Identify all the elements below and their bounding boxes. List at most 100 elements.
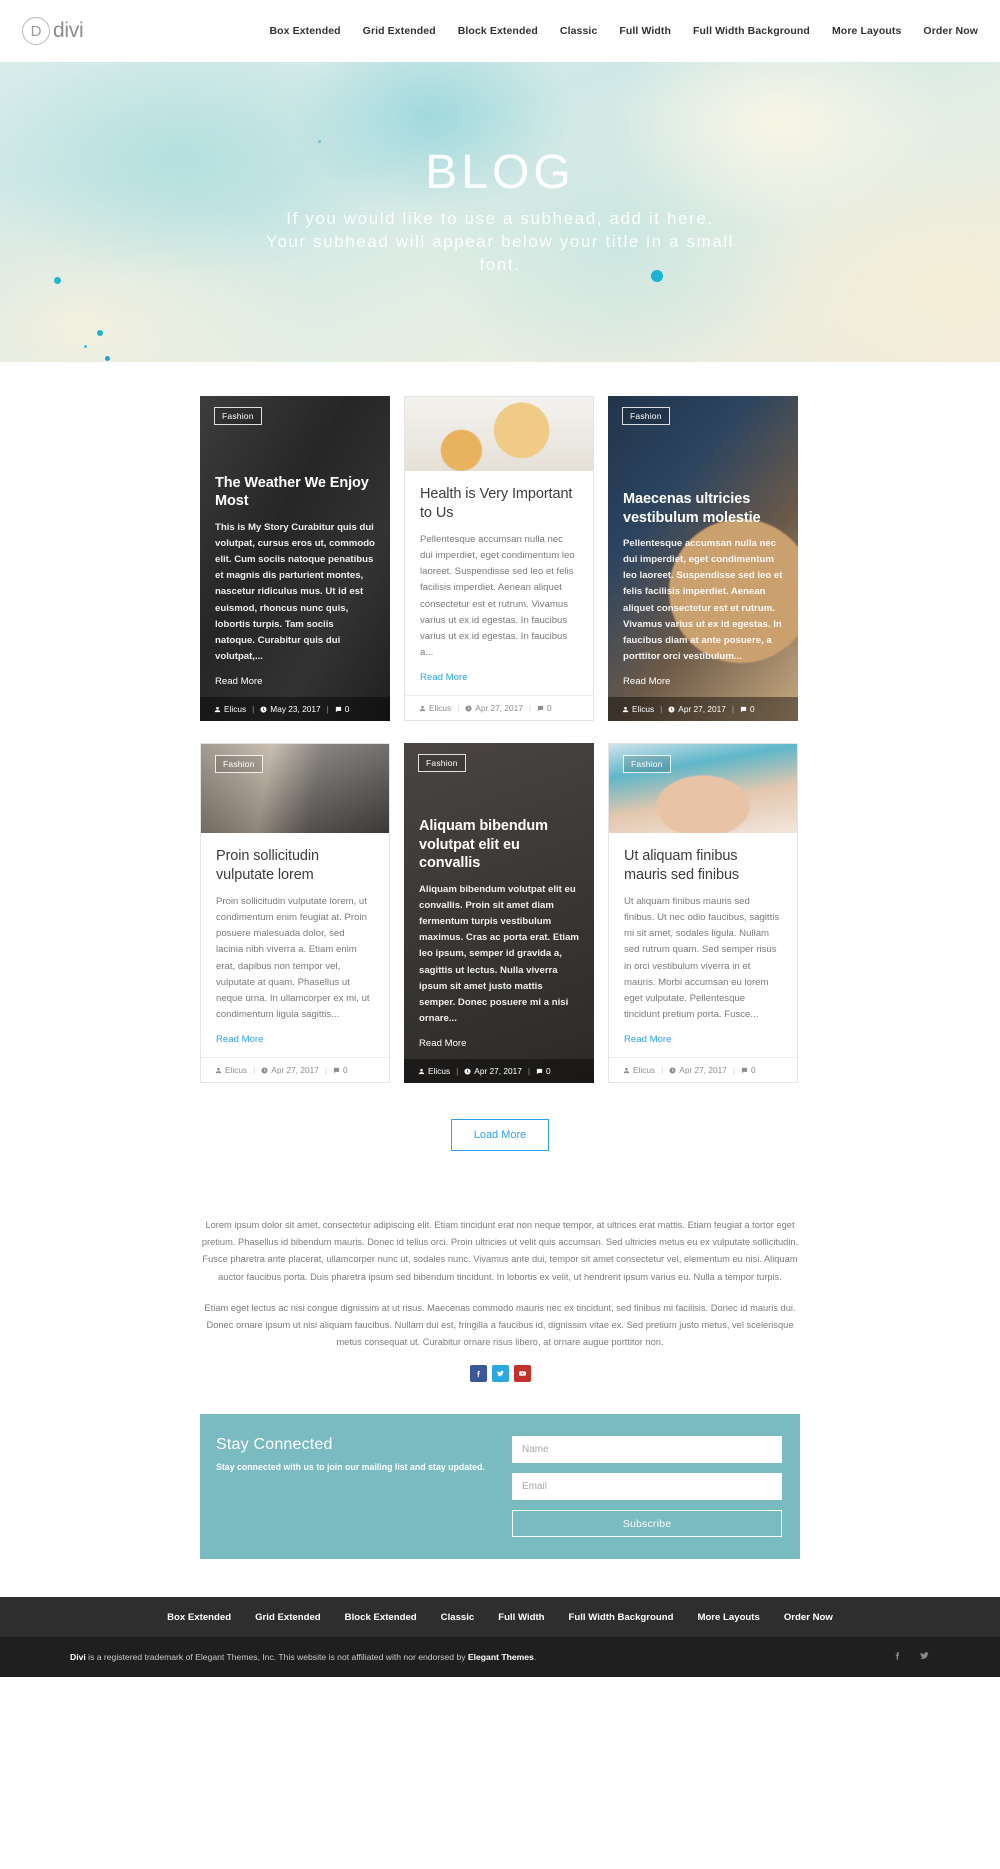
post-date: Apr 27, 2017 bbox=[668, 704, 726, 714]
twitter-icon[interactable] bbox=[491, 1365, 509, 1383]
post-title[interactable]: The Weather We Enjoy Most bbox=[215, 474, 375, 511]
youtube-icon[interactable] bbox=[513, 1365, 531, 1383]
footer-nav-block-extended[interactable]: Block Extended bbox=[345, 1612, 417, 1623]
clock-icon bbox=[669, 1066, 676, 1074]
name-input[interactable] bbox=[512, 1436, 782, 1464]
category-badge[interactable]: Fashion bbox=[214, 407, 262, 425]
comment-icon bbox=[333, 1067, 340, 1073]
site-logo[interactable]: D divi bbox=[22, 17, 84, 45]
footer-nav-full-width-background[interactable]: Full Width Background bbox=[569, 1612, 674, 1623]
load-more-button[interactable]: Load More bbox=[450, 1119, 550, 1151]
footer-nav-order-now[interactable]: Order Now bbox=[784, 1612, 833, 1623]
nav-item-order-now[interactable]: Order Now bbox=[923, 25, 978, 37]
post-meta: Elicus | May 23, 2017 | 0 bbox=[200, 697, 390, 721]
footer-nav-box-extended[interactable]: Box Extended bbox=[167, 1612, 231, 1623]
subscribe-button[interactable]: Subscribe bbox=[512, 1510, 782, 1538]
footer-nav-more-layouts[interactable]: More Layouts bbox=[697, 1612, 759, 1623]
blog-card[interactable]: Fashion Aliquam bibendum volutpat elit e… bbox=[404, 743, 594, 1083]
clock-icon bbox=[668, 705, 675, 713]
author-name: Elicus bbox=[633, 1065, 656, 1075]
content-text-section: Lorem ipsum dolor sit amet, consectetur … bbox=[200, 1217, 800, 1383]
blog-card[interactable]: Fashion Ut aliquam finibus mauris sed fi… bbox=[608, 743, 798, 1083]
user-icon bbox=[418, 1068, 425, 1074]
footer-bottom-bar: Divi is a registered trademark of Elegan… bbox=[0, 1637, 1000, 1678]
post-excerpt: Ut aliquam finibus mauris sed finibus. U… bbox=[624, 896, 780, 1020]
read-more-link[interactable]: Read More bbox=[624, 1034, 782, 1045]
category-badge[interactable]: Fashion bbox=[622, 407, 670, 425]
read-more-link[interactable]: Read More bbox=[419, 1038, 579, 1049]
nav-item-more-layouts[interactable]: More Layouts bbox=[832, 25, 901, 37]
footer-twitter-icon[interactable] bbox=[919, 1648, 930, 1666]
post-excerpt: Pellentesque accumsan nulla nec dui impe… bbox=[623, 538, 783, 662]
blog-card[interactable]: Fashion Maecenas ultricies vestibulum mo… bbox=[608, 396, 798, 721]
post-comments: 0 bbox=[335, 704, 349, 714]
nav-item-box-extended[interactable]: Box Extended bbox=[269, 25, 340, 37]
post-title[interactable]: Proin sollicitudin vulputate lorem bbox=[216, 847, 374, 884]
comment-count: 0 bbox=[750, 1065, 756, 1075]
post-author: Elicus bbox=[623, 1065, 655, 1075]
post-date: Apr 27, 2017 bbox=[669, 1065, 727, 1075]
comment-icon bbox=[537, 705, 544, 711]
site-header: D divi Box Extended Grid Extended Block … bbox=[0, 0, 1000, 62]
post-comments: 0 bbox=[537, 703, 552, 713]
content-paragraph-2: Etiam eget lectus ac nisi congue digniss… bbox=[204, 1302, 796, 1348]
post-thumbnail[interactable]: Fashion bbox=[201, 744, 389, 834]
meta-separator: | bbox=[732, 1065, 735, 1075]
user-icon bbox=[622, 706, 629, 712]
nav-item-grid-extended[interactable]: Grid Extended bbox=[363, 25, 436, 37]
post-title[interactable]: Maecenas ultricies vestibulum molestie bbox=[623, 490, 783, 527]
comment-count: 0 bbox=[546, 703, 552, 713]
category-badge[interactable]: Fashion bbox=[623, 755, 671, 773]
category-badge[interactable]: Fashion bbox=[215, 755, 263, 773]
footer-nav-full-width[interactable]: Full Width bbox=[498, 1612, 544, 1623]
clock-icon bbox=[260, 705, 267, 713]
footer-nav-classic[interactable]: Classic bbox=[441, 1612, 475, 1623]
meta-separator: | bbox=[660, 704, 663, 714]
blog-card[interactable]: Fashion Proin sollicitudin vulputate lor… bbox=[200, 743, 390, 1083]
blog-card[interactable]: Fashion The Weather We Enjoy Most This i… bbox=[200, 396, 390, 721]
read-more-link[interactable]: Read More bbox=[216, 1034, 374, 1045]
decor-dot bbox=[84, 345, 87, 348]
hero-subtitle: If you would like to use a subhead, add … bbox=[265, 208, 735, 274]
read-more-link[interactable]: Read More bbox=[623, 676, 783, 687]
user-icon bbox=[214, 706, 221, 712]
category-badge[interactable]: Fashion bbox=[418, 754, 466, 772]
newsletter-section: Stay Connected Stay connected with us to… bbox=[200, 1414, 800, 1560]
date-text: Apr 27, 2017 bbox=[679, 1065, 727, 1075]
post-author: Elicus bbox=[622, 704, 654, 714]
clock-icon bbox=[465, 704, 472, 712]
post-date: Apr 27, 2017 bbox=[261, 1065, 319, 1075]
post-title[interactable]: Health is Very Important to Us bbox=[420, 485, 578, 522]
date-text: Apr 27, 2017 bbox=[474, 1066, 522, 1076]
copyright-middle: is a registered trademark of Elegant The… bbox=[85, 1652, 468, 1663]
nav-item-full-width[interactable]: Full Width bbox=[619, 25, 671, 37]
nav-item-full-width-background[interactable]: Full Width Background bbox=[693, 25, 810, 37]
post-title[interactable]: Ut aliquam finibus mauris sed finibus bbox=[624, 847, 782, 884]
load-more-row: Load More bbox=[200, 1119, 800, 1151]
read-more-link[interactable]: Read More bbox=[420, 672, 578, 683]
logo-text: divi bbox=[53, 19, 84, 42]
blog-card[interactable]: Health is Very Important to Us Pellentes… bbox=[404, 396, 594, 721]
footer-nav-grid-extended[interactable]: Grid Extended bbox=[255, 1612, 321, 1623]
post-excerpt: Pellentesque accumsan nulla nec dui impe… bbox=[420, 534, 575, 658]
post-author: Elicus bbox=[214, 704, 246, 714]
post-thumbnail[interactable] bbox=[405, 397, 593, 472]
date-text: Apr 27, 2017 bbox=[271, 1065, 319, 1075]
post-meta: Elicus | Apr 27, 2017 | 0 bbox=[404, 1059, 594, 1083]
email-input[interactable] bbox=[512, 1473, 782, 1501]
footer-navigation: Box Extended Grid Extended Block Extende… bbox=[0, 1597, 1000, 1638]
post-meta: Elicus | Apr 27, 2017 | 0 bbox=[608, 697, 798, 721]
meta-separator: | bbox=[252, 704, 255, 714]
nav-item-block-extended[interactable]: Block Extended bbox=[458, 25, 538, 37]
post-title[interactable]: Aliquam bibendum volutpat elit eu conval… bbox=[419, 817, 579, 873]
comment-count: 0 bbox=[342, 1065, 348, 1075]
nav-item-classic[interactable]: Classic bbox=[560, 25, 597, 37]
read-more-link[interactable]: Read More bbox=[215, 676, 375, 687]
copyright-brand: Divi bbox=[70, 1652, 86, 1663]
footer-facebook-icon[interactable] bbox=[892, 1648, 903, 1666]
facebook-icon[interactable] bbox=[469, 1365, 487, 1383]
content-paragraph-1: Lorem ipsum dolor sit amet, consectetur … bbox=[201, 1220, 799, 1282]
meta-separator: | bbox=[731, 704, 734, 714]
meta-separator: | bbox=[456, 1066, 459, 1076]
post-thumbnail[interactable]: Fashion bbox=[609, 744, 797, 834]
